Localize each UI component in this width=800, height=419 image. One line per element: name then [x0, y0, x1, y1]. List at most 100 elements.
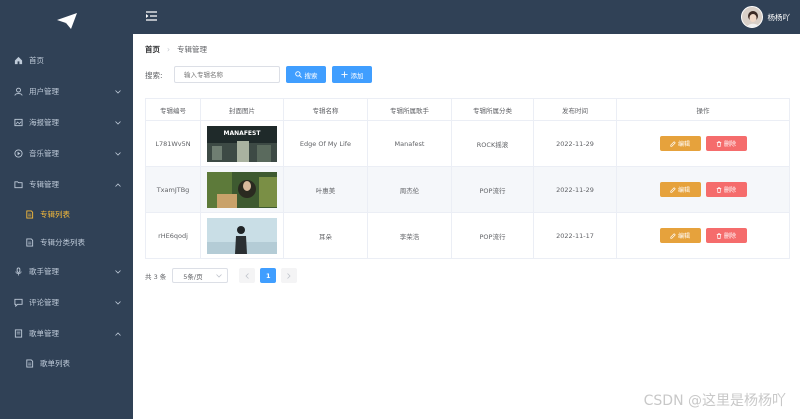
sidebar-item-album-list[interactable]: 专辑列表	[0, 199, 133, 229]
album-name-cell: Edge Of My Life	[283, 120, 368, 167]
chevron-up-icon	[115, 329, 121, 338]
sidebar-item-label: 专辑分类列表	[40, 237, 85, 247]
trash-icon	[716, 232, 722, 239]
search-input[interactable]	[174, 66, 280, 83]
home-icon	[13, 55, 23, 65]
sidebar-item-comment-management[interactable]: 评论管理	[0, 287, 133, 317]
delete-button[interactable]: 删除	[705, 182, 747, 197]
album-singer-cell: 李荣浩	[367, 212, 452, 259]
edit-button[interactable]: 编辑	[659, 228, 701, 243]
cover-cell	[200, 212, 284, 259]
delete-button[interactable]: 删除	[705, 136, 747, 151]
breadcrumb: 首页 › 专辑管理	[145, 44, 207, 55]
add-button[interactable]: 添加	[332, 66, 372, 83]
breadcrumb-home[interactable]: 首页	[145, 44, 160, 55]
page-number-button[interactable]: 1	[260, 268, 277, 283]
prev-page-button[interactable]	[239, 268, 256, 283]
next-page-button[interactable]	[281, 268, 298, 283]
page-size-select[interactable]: 5条/页	[172, 268, 229, 283]
chevron-right-icon	[287, 272, 291, 279]
user-menu[interactable]: 杨杨吖	[740, 6, 790, 28]
table-header-cell: 专辑所属分类	[451, 98, 534, 121]
document-icon	[24, 358, 34, 368]
actions-cell: 编辑 删除	[616, 166, 790, 213]
sidebar-item-label: 评论管理	[29, 297, 59, 307]
plus-icon	[340, 71, 348, 78]
add-button-label: 添加	[350, 71, 364, 80]
menu-toggle-icon[interactable]	[146, 11, 157, 23]
album-id-cell: rHE6qodj	[145, 212, 201, 259]
table-header-cell: 专辑名称	[283, 98, 368, 121]
sidebar-item-label: 歌单管理	[29, 328, 59, 338]
chevron-down-icon	[115, 149, 121, 158]
list-icon	[24, 209, 34, 219]
sidebar-item-label: 歌手管理	[29, 266, 59, 276]
comment-icon	[13, 297, 23, 307]
album-cover-image	[207, 217, 277, 254]
table-header-cell: 发布时间	[533, 98, 617, 121]
pagination-total: 共 3 条	[145, 272, 167, 281]
cover-cell	[200, 166, 284, 213]
poster-icon	[13, 117, 23, 127]
table-row: L781Wv5N MANAFEST Edge Of My Life Manafe…	[145, 120, 790, 167]
delete-button[interactable]: 删除	[705, 228, 747, 243]
search-icon	[294, 71, 302, 78]
folder-icon	[13, 179, 23, 189]
table-header-row: 专辑编号 封面图片 专辑名称 专辑所属歌手 专辑所属分类 发布时间 操作	[145, 98, 790, 121]
edit-button[interactable]: 编辑	[659, 182, 701, 197]
sidebar-item-music-management[interactable]: 音乐管理	[0, 138, 133, 168]
sidebar-item-playlist-management[interactable]: 歌单管理	[0, 318, 133, 348]
chevron-down-icon	[216, 272, 223, 280]
table-header-cell: 专辑编号	[145, 98, 201, 121]
edit-button-label: 编辑	[677, 187, 690, 194]
edit-button-label: 编辑	[677, 141, 690, 148]
edit-icon	[670, 232, 676, 239]
edit-button[interactable]: 编辑	[659, 136, 701, 151]
avatar[interactable]	[740, 6, 763, 28]
top-bar: 杨杨吖	[133, 0, 800, 34]
album-id-cell: TxamJTBg	[145, 166, 201, 213]
sidebar-item-label: 歌单列表	[40, 358, 70, 368]
album-name-cell: 耳朵	[283, 212, 368, 259]
album-date-cell: 2022-11-29	[533, 120, 617, 167]
sidebar-item-user-management[interactable]: 用户管理	[0, 76, 133, 106]
album-category-cell: POP流行	[451, 212, 534, 259]
breadcrumb-separator-icon: ›	[167, 45, 170, 54]
album-singer-cell: Manafest	[367, 120, 452, 167]
chevron-down-icon	[115, 87, 121, 96]
search-button-label: 搜索	[304, 71, 318, 80]
sidebar-item-poster-management[interactable]: 海报管理	[0, 107, 133, 137]
table-header-cell: 操作	[616, 98, 790, 121]
album-date-cell: 2022-11-29	[533, 166, 617, 213]
sidebar-item-label: 专辑管理	[29, 179, 59, 189]
sidebar-item-label: 用户管理	[29, 86, 59, 96]
sidebar-item-album-category-list[interactable]: 专辑分类列表	[0, 227, 133, 257]
table-header-cell: 专辑所属歌手	[367, 98, 452, 121]
cover-text: MANAFEST	[224, 130, 262, 137]
delete-button-label: 删除	[723, 141, 736, 148]
logo[interactable]	[0, 0, 133, 41]
search-label: 搜索:	[145, 71, 163, 80]
album-category-cell: POP流行	[451, 166, 534, 213]
sidebar-item-home[interactable]: 首页	[0, 45, 133, 75]
sidebar-item-album-management[interactable]: 专辑管理	[0, 169, 133, 199]
album-cover-image	[207, 171, 277, 208]
chevron-left-icon	[245, 272, 250, 279]
chevron-down-icon	[115, 118, 121, 127]
chevron-down-icon	[115, 298, 121, 307]
album-table: 专辑编号 封面图片 专辑名称 专辑所属歌手 专辑所属分类 发布时间 操作 L78…	[145, 98, 790, 259]
pagination: 共 3 条 5条/页 1	[145, 268, 298, 283]
album-name-cell: 叶惠美	[283, 166, 368, 213]
chevron-down-icon	[115, 267, 121, 276]
trash-icon	[716, 140, 722, 147]
actions-cell: 编辑 删除	[616, 212, 790, 259]
album-cover-image: MANAFEST	[207, 125, 277, 162]
table-row: TxamJTBg 叶惠美 周杰伦 POP流行 2022-11-29 编辑 删除	[145, 166, 790, 213]
sidebar-item-singer-management[interactable]: 歌手管理	[0, 256, 133, 286]
sidebar-item-playlist-list[interactable]: 歌单列表	[0, 348, 133, 378]
album-category-cell: ROCK摇滚	[451, 120, 534, 167]
edit-icon	[670, 186, 676, 193]
table-row: rHE6qodj 耳朵 李荣浩 POP流行 2022-11-17 编辑 删除	[145, 212, 790, 259]
search-button[interactable]: 搜索	[286, 66, 326, 83]
album-singer-cell: 周杰伦	[367, 166, 452, 213]
